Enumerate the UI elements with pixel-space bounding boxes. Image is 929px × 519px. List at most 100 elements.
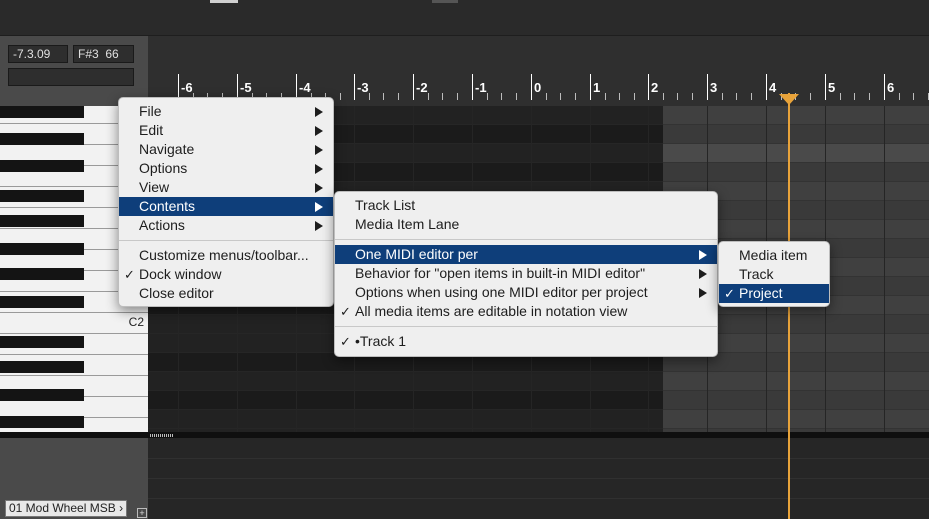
ruler-label: 6	[887, 80, 895, 95]
ruler-minor-tick	[913, 93, 914, 100]
cc-lane-header: 01 Mod Wheel MSB › +	[0, 438, 148, 519]
toolbar-indicator-2	[432, 0, 458, 3]
piano-black-key[interactable]	[0, 361, 84, 373]
menu-item-project[interactable]: ✓ Project	[719, 284, 829, 303]
grid-beat-line	[884, 106, 885, 432]
submenu-arrow-icon	[315, 221, 323, 231]
ruler-tick	[884, 74, 885, 100]
ruler-tick	[766, 74, 767, 100]
piano-black-key[interactable]	[0, 106, 84, 118]
submenu-arrow-icon	[699, 250, 707, 260]
ruler-minor-tick	[383, 93, 384, 100]
ruler-label: -2	[416, 80, 428, 95]
ruler-minor-tick	[692, 93, 693, 100]
piano-black-key[interactable]	[0, 268, 84, 280]
checkmark-icon: ✓	[724, 286, 735, 301]
menu-item-one-midi-editor-per[interactable]: One MIDI editor per	[335, 245, 717, 264]
ruler-minor-tick	[516, 93, 517, 100]
menu-item-media-item-lane[interactable]: Media Item Lane	[335, 215, 717, 234]
checkmark-icon: ✓	[340, 334, 351, 349]
timeline-ruler[interactable]: -6 -5 -4 -3 -2 -1 0 1 2 3 4 5 6	[148, 36, 929, 106]
ruler-minor-tick	[677, 93, 678, 100]
piano-black-key[interactable]	[0, 160, 84, 172]
menu-item-track[interactable]: Track	[719, 265, 829, 284]
item-lane	[663, 372, 929, 391]
ruler-label: 4	[769, 80, 777, 95]
menu-item-customize[interactable]: Customize menus/toolbar...	[119, 246, 333, 265]
ruler-minor-tick	[751, 93, 752, 100]
ruler-minor-tick	[854, 93, 855, 100]
c2-key-label: C2	[128, 315, 144, 329]
piano-black-key[interactable]	[0, 133, 84, 145]
item-lane	[663, 163, 929, 182]
item-lane	[663, 391, 929, 410]
ruler-minor-tick	[457, 93, 458, 100]
cc-lane-selector-label: 01 Mod Wheel MSB	[9, 501, 116, 515]
item-lane	[663, 144, 929, 163]
ruler-minor-tick	[736, 93, 737, 100]
top-toolbar	[0, 0, 929, 36]
pitch-readout: F#3 66	[73, 45, 134, 63]
menu-item-dock-window[interactable]: ✓ Dock window	[119, 265, 333, 284]
item-lane	[663, 410, 929, 429]
submenu-arrow-icon	[315, 202, 323, 212]
menu-item-contents[interactable]: Contents	[119, 197, 333, 216]
playhead-marker-icon[interactable]	[779, 94, 799, 105]
piano-black-key[interactable]	[0, 190, 84, 202]
menu-item-options[interactable]: Options	[119, 159, 333, 178]
cc-gridline	[148, 498, 929, 499]
position-readout: -7.3.09	[8, 45, 68, 63]
cc-lane-selector[interactable]: 01 Mod Wheel MSB ›	[5, 500, 128, 517]
piano-black-key[interactable]	[0, 215, 84, 227]
menu-separator	[335, 326, 717, 327]
cc-lane[interactable]	[148, 438, 929, 519]
piano-black-key[interactable]	[0, 416, 84, 428]
ruler-tick	[648, 74, 649, 100]
ruler-minor-tick	[487, 93, 488, 100]
ruler-minor-tick	[722, 93, 723, 100]
splitter-grip[interactable]	[150, 434, 174, 437]
main-context-menu: File Edit Navigate Options View Contents…	[118, 97, 334, 307]
toolbar-indicator	[210, 0, 238, 3]
submenu-arrow-icon	[315, 107, 323, 117]
ruler-tick	[590, 74, 591, 100]
menu-item-actions[interactable]: Actions	[119, 216, 333, 235]
menu-separator	[119, 240, 333, 241]
add-lane-button[interactable]: +	[137, 508, 147, 518]
piano-black-key[interactable]	[0, 389, 84, 401]
ruler-minor-tick	[605, 93, 606, 100]
menu-item-view[interactable]: View	[119, 178, 333, 197]
ruler-tick	[354, 74, 355, 100]
menu-item-edit[interactable]: Edit	[119, 121, 333, 140]
ruler-minor-tick	[619, 93, 620, 100]
ruler-label: 1	[593, 80, 601, 95]
checkmark-icon: ✓	[124, 267, 135, 282]
piano-black-key[interactable]	[0, 336, 84, 348]
ruler-tick	[707, 74, 708, 100]
ruler-tick	[413, 74, 414, 100]
submenu-arrow-icon	[315, 164, 323, 174]
chevron-right-icon: ›	[119, 501, 124, 515]
ruler-minor-tick	[634, 93, 635, 100]
ruler-minor-tick	[340, 93, 341, 100]
menu-item-track-1[interactable]: ✓ •Track 1	[335, 332, 717, 351]
ruler-label: -3	[357, 80, 369, 95]
menu-item-navigate[interactable]: Navigate	[119, 140, 333, 159]
ruler-minor-tick	[663, 93, 664, 100]
ruler-label: 2	[651, 80, 659, 95]
menu-item-track-list[interactable]: Track List	[335, 196, 717, 215]
editor-per-submenu: Media item Track ✓ Project	[718, 241, 830, 307]
item-lane	[663, 125, 929, 144]
menu-item-behavior-open-items[interactable]: Behavior for "open items in built-in MID…	[335, 264, 717, 283]
menu-item-editable-notation-view[interactable]: ✓ All media items are editable in notatio…	[335, 302, 717, 321]
piano-black-key[interactable]	[0, 243, 84, 255]
menu-item-options-one-editor-per-project[interactable]: Options when using one MIDI editor per p…	[335, 283, 717, 302]
piano-white-key[interactable]	[0, 313, 148, 334]
menu-item-close-editor[interactable]: Close editor	[119, 284, 333, 303]
ruler-minor-tick	[442, 93, 443, 100]
menu-item-media-item[interactable]: Media item	[719, 246, 829, 265]
menu-item-file[interactable]: File	[119, 102, 333, 121]
piano-black-key[interactable]	[0, 296, 84, 308]
ruler-label: -4	[299, 80, 311, 95]
submenu-arrow-icon	[315, 145, 323, 155]
